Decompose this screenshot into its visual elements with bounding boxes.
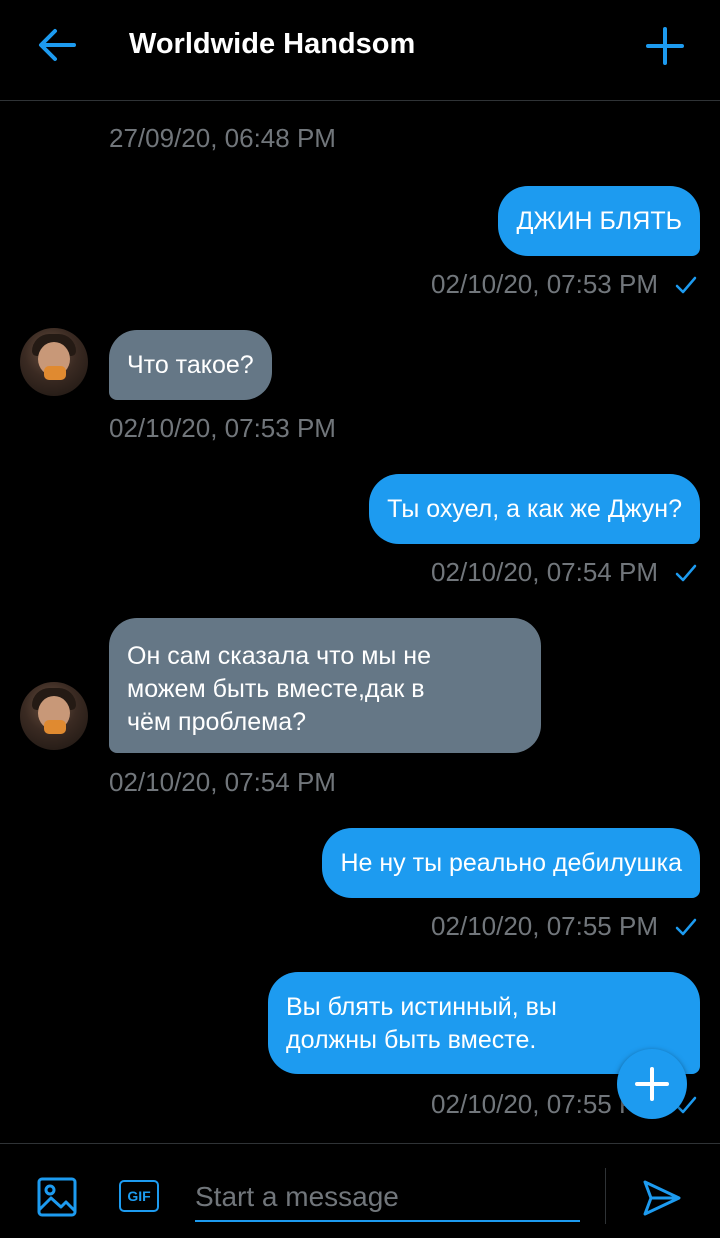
send-button[interactable] — [641, 1177, 683, 1219]
outgoing-message[interactable]: Не ну ты реально дебилушка — [322, 828, 700, 898]
timestamp: 02/10/20, 07:53 PM — [109, 413, 336, 443]
conversation-title[interactable]: Worldwide Handsom — [129, 28, 415, 61]
timestamp: 27/09/20, 06:48 PM — [109, 123, 336, 153]
add-photo-button[interactable] — [36, 1176, 78, 1218]
check-icon — [675, 564, 697, 582]
check-icon — [675, 918, 697, 936]
divider — [605, 1168, 606, 1224]
message-text: Не ну ты реально дебилушка — [340, 848, 682, 877]
gif-button[interactable]: GIF — [119, 1180, 159, 1212]
message-text: Что такое? — [127, 350, 254, 379]
avatar[interactable] — [20, 328, 88, 396]
message-text: Ты охуел, а как же Джун? — [387, 494, 682, 523]
message-input[interactable] — [195, 1174, 580, 1222]
timestamp: 02/10/20, 07:54 PM — [109, 767, 336, 797]
avatar[interactable] — [20, 682, 88, 750]
message-text-line: должны быть вместе. — [286, 1026, 537, 1054]
incoming-message[interactable]: Что такое? — [109, 330, 272, 400]
timestamp: 02/10/20, 07:55 PM — [431, 911, 658, 941]
add-button[interactable] — [645, 26, 685, 66]
check-icon — [675, 276, 697, 294]
message-text: ДЖИН БЛЯТЬ — [516, 206, 682, 235]
message-text-line: Вы блять истинный, вы — [286, 993, 557, 1021]
message-composer: GIF — [0, 1143, 720, 1238]
outgoing-message[interactable]: Ты охуел, а как же Джун? — [369, 474, 700, 544]
send-icon — [643, 1180, 681, 1216]
incoming-message[interactable]: Он сам сказала что мы не можем быть вмес… — [109, 618, 541, 753]
message-text-line: чём проблема? — [127, 708, 307, 736]
compose-fab-button[interactable] — [617, 1049, 687, 1119]
arrow-left-icon — [39, 29, 76, 61]
plus-icon — [646, 27, 684, 65]
message-text-line: Он сам сказала что мы не — [127, 642, 432, 670]
back-button[interactable] — [36, 24, 78, 66]
plus-icon — [635, 1067, 669, 1101]
gif-icon: GIF — [127, 1188, 151, 1204]
timestamp: 02/10/20, 07:54 PM — [431, 557, 658, 587]
conversation-header: Worldwide Handsom — [0, 0, 720, 101]
message-text-line: можем быть вместе,дак в — [127, 675, 425, 703]
outgoing-message[interactable]: ДЖИН БЛЯТЬ — [498, 186, 700, 256]
image-icon — [37, 1177, 77, 1217]
timestamp: 02/10/20, 07:53 PM — [431, 269, 658, 299]
